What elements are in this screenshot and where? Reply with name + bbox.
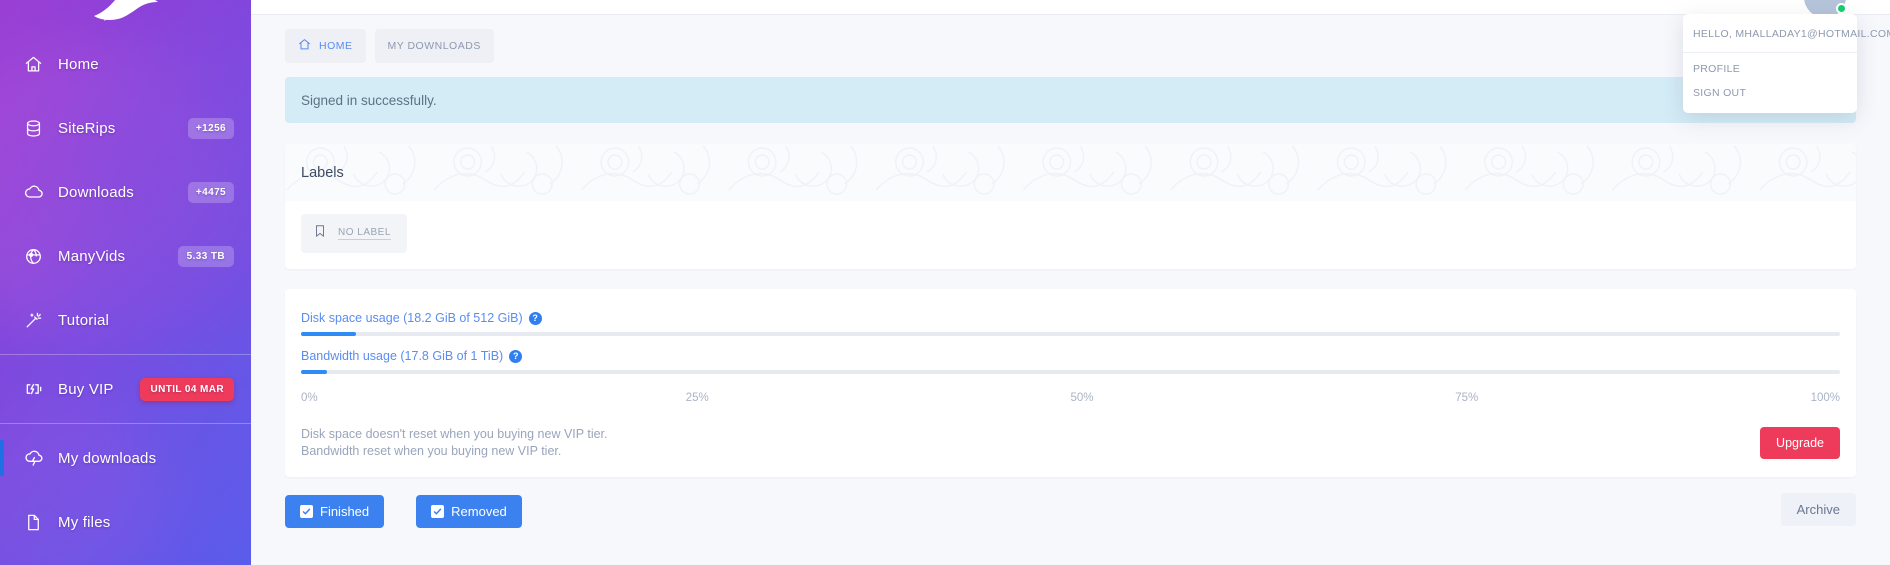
filter-label: Removed xyxy=(451,504,507,519)
usage-note-bandwidth: Bandwidth reset when you buying new VIP … xyxy=(301,443,562,458)
sidebar-item-siterips[interactable]: SiteRips +1256 xyxy=(0,96,251,160)
bandwidth-usage-progress-track xyxy=(301,370,1840,374)
disk-usage-help-icon[interactable]: ? xyxy=(528,311,542,325)
disk-usage-label-row: Disk space usage (18.2 GiB of 512 GiB) ? xyxy=(301,311,1840,325)
brand-logo[interactable] xyxy=(0,0,251,32)
bandwidth-usage-label-row: Bandwidth usage (17.8 GiB of 1 TiB) ? xyxy=(301,349,1840,363)
usage-notes: Disk space doesn't reset when you buying… xyxy=(301,426,608,459)
database-icon xyxy=(24,119,58,138)
sidebar-badge-vip-expiry: UNTIL 04 MAR xyxy=(140,377,234,401)
disk-usage-progress-track xyxy=(301,332,1840,336)
sidebar-item-label: SiteRips xyxy=(58,119,116,137)
breadcrumb-label: HOME xyxy=(319,40,353,52)
sidebar-item-label: Buy VIP xyxy=(58,380,114,398)
checkbox-checked-icon[interactable] xyxy=(431,505,445,518)
label-chip-text: NO LABEL xyxy=(338,227,391,240)
sidebar-item-my-downloads[interactable]: My downloads xyxy=(0,426,251,490)
sidebar-item-tutorial[interactable]: Tutorial xyxy=(0,288,251,352)
filter-button-finished[interactable]: Finished xyxy=(285,495,385,528)
bandwidth-usage-label: Bandwidth usage (17.8 GiB of 1 TiB) xyxy=(301,349,504,363)
disk-usage-label: Disk space usage (18.2 GiB of 512 GiB) xyxy=(301,311,523,325)
bandwidth-usage-help-icon[interactable]: ? xyxy=(509,349,523,363)
filter-button-removed[interactable]: Removed xyxy=(416,495,522,528)
sidebar-divider xyxy=(0,423,251,424)
labels-card-header: Labels xyxy=(285,144,1856,201)
download-cloud-icon xyxy=(24,448,58,468)
usage-card: Disk space usage (18.2 GiB of 512 GiB) ?… xyxy=(285,289,1856,477)
sidebar-badge-manyvids: 5.33 TB xyxy=(177,245,234,267)
usage-note-disk: Disk space doesn't reset when you buying… xyxy=(301,427,608,441)
bird-logo-icon xyxy=(94,0,158,21)
checkbox-checked-icon[interactable] xyxy=(300,505,313,518)
sidebar-badge-siterips: +1256 xyxy=(187,117,234,139)
flash-alert: Signed in successfully. xyxy=(285,77,1856,123)
magic-wand-icon xyxy=(24,311,58,330)
sidebar-item-buy-vip[interactable]: Buy VIP UNTIL 04 MAR xyxy=(0,357,251,421)
menu-divider xyxy=(1683,52,1857,53)
top-bar xyxy=(251,0,1890,15)
alert-message: Signed in successfully. xyxy=(301,92,437,108)
user-dropdown-menu: HELLO, MHALLADAY1@HOTMAIL.COM PROFILE SI… xyxy=(1683,14,1890,113)
filter-label: Finished xyxy=(320,504,370,519)
tick-0: 0% xyxy=(301,392,318,404)
breadcrumb: HOME MY DOWNLOADS xyxy=(285,15,1856,63)
sidebar-divider xyxy=(0,354,251,355)
label-chip-no-label[interactable]: NO LABEL xyxy=(301,214,407,253)
labels-card: Labels NO LABEL xyxy=(285,144,1856,269)
sidebar-item-label: Downloads xyxy=(58,183,135,201)
tick-75: 75% xyxy=(1455,392,1479,404)
breadcrumb-item-home[interactable]: HOME xyxy=(285,29,366,63)
breadcrumb-label: MY DOWNLOADS xyxy=(387,40,481,52)
cloud-icon xyxy=(24,182,58,202)
sidebar-item-label: My files xyxy=(58,513,111,531)
usage-scale-ticks: 0% 25% 50% 75% 100% xyxy=(301,386,1840,416)
content-area: HOME MY DOWNLOADS Signed in successfully… xyxy=(251,15,1890,565)
sidebar: Home SiteRips +1256 Downloads +4475 Many… xyxy=(0,0,251,565)
globe-icon xyxy=(24,247,58,266)
sidebar-item-manyvids[interactable]: ManyVids 5.33 TB xyxy=(0,224,251,288)
sidebar-badge-downloads: +4475 xyxy=(187,181,234,203)
bookmark-icon xyxy=(313,223,327,244)
menu-item-sign-out[interactable]: SIGN OUT xyxy=(1683,81,1857,105)
user-greeting: HELLO, MHALLADAY1@HOTMAIL.COM xyxy=(1693,28,1890,40)
menu-item-profile[interactable]: PROFILE xyxy=(1683,57,1857,81)
upgrade-button[interactable]: Upgrade xyxy=(1760,427,1840,459)
breadcrumb-item-my-downloads[interactable]: MY DOWNLOADS xyxy=(374,29,494,63)
decorative-paisley-pattern xyxy=(285,144,1856,201)
sidebar-item-home[interactable]: Home xyxy=(0,32,251,96)
archive-button[interactable]: Archive xyxy=(1780,493,1856,526)
online-dot xyxy=(1836,3,1847,14)
sidebar-item-label: Tutorial xyxy=(58,311,110,329)
sidebar-item-my-favorites[interactable]: My favorites 0 xyxy=(0,554,251,565)
tick-100: 100% xyxy=(1810,392,1840,404)
labels-card-title: Labels xyxy=(301,164,344,181)
file-icon xyxy=(24,513,58,532)
battery-charging-icon xyxy=(24,379,58,399)
sidebar-item-my-files[interactable]: My files xyxy=(0,490,251,554)
sidebar-item-downloads[interactable]: Downloads +4475 xyxy=(0,160,251,224)
tick-50: 50% xyxy=(1070,392,1094,404)
tick-25: 25% xyxy=(685,392,709,404)
sidebar-item-label: ManyVids xyxy=(58,247,126,265)
home-icon xyxy=(298,38,311,54)
home-icon xyxy=(24,55,58,74)
main-area: HELLO, MHALLADAY1@HOTMAIL.COM PROFILE SI… xyxy=(251,0,1890,565)
sidebar-item-label: Home xyxy=(58,55,99,73)
filter-row: Finished Removed Archive xyxy=(285,493,1856,528)
disk-usage-progress-fill xyxy=(301,332,357,336)
labels-card-body: NO LABEL xyxy=(285,201,1856,269)
sidebar-nav: Home SiteRips +1256 Downloads +4475 Many… xyxy=(0,32,251,565)
usage-footer: Disk space doesn't reset when you buying… xyxy=(301,416,1840,477)
bandwidth-usage-progress-fill xyxy=(301,370,328,374)
app-root: Home SiteRips +1256 Downloads +4475 Many… xyxy=(0,0,1890,565)
sidebar-item-label: My downloads xyxy=(58,449,157,467)
